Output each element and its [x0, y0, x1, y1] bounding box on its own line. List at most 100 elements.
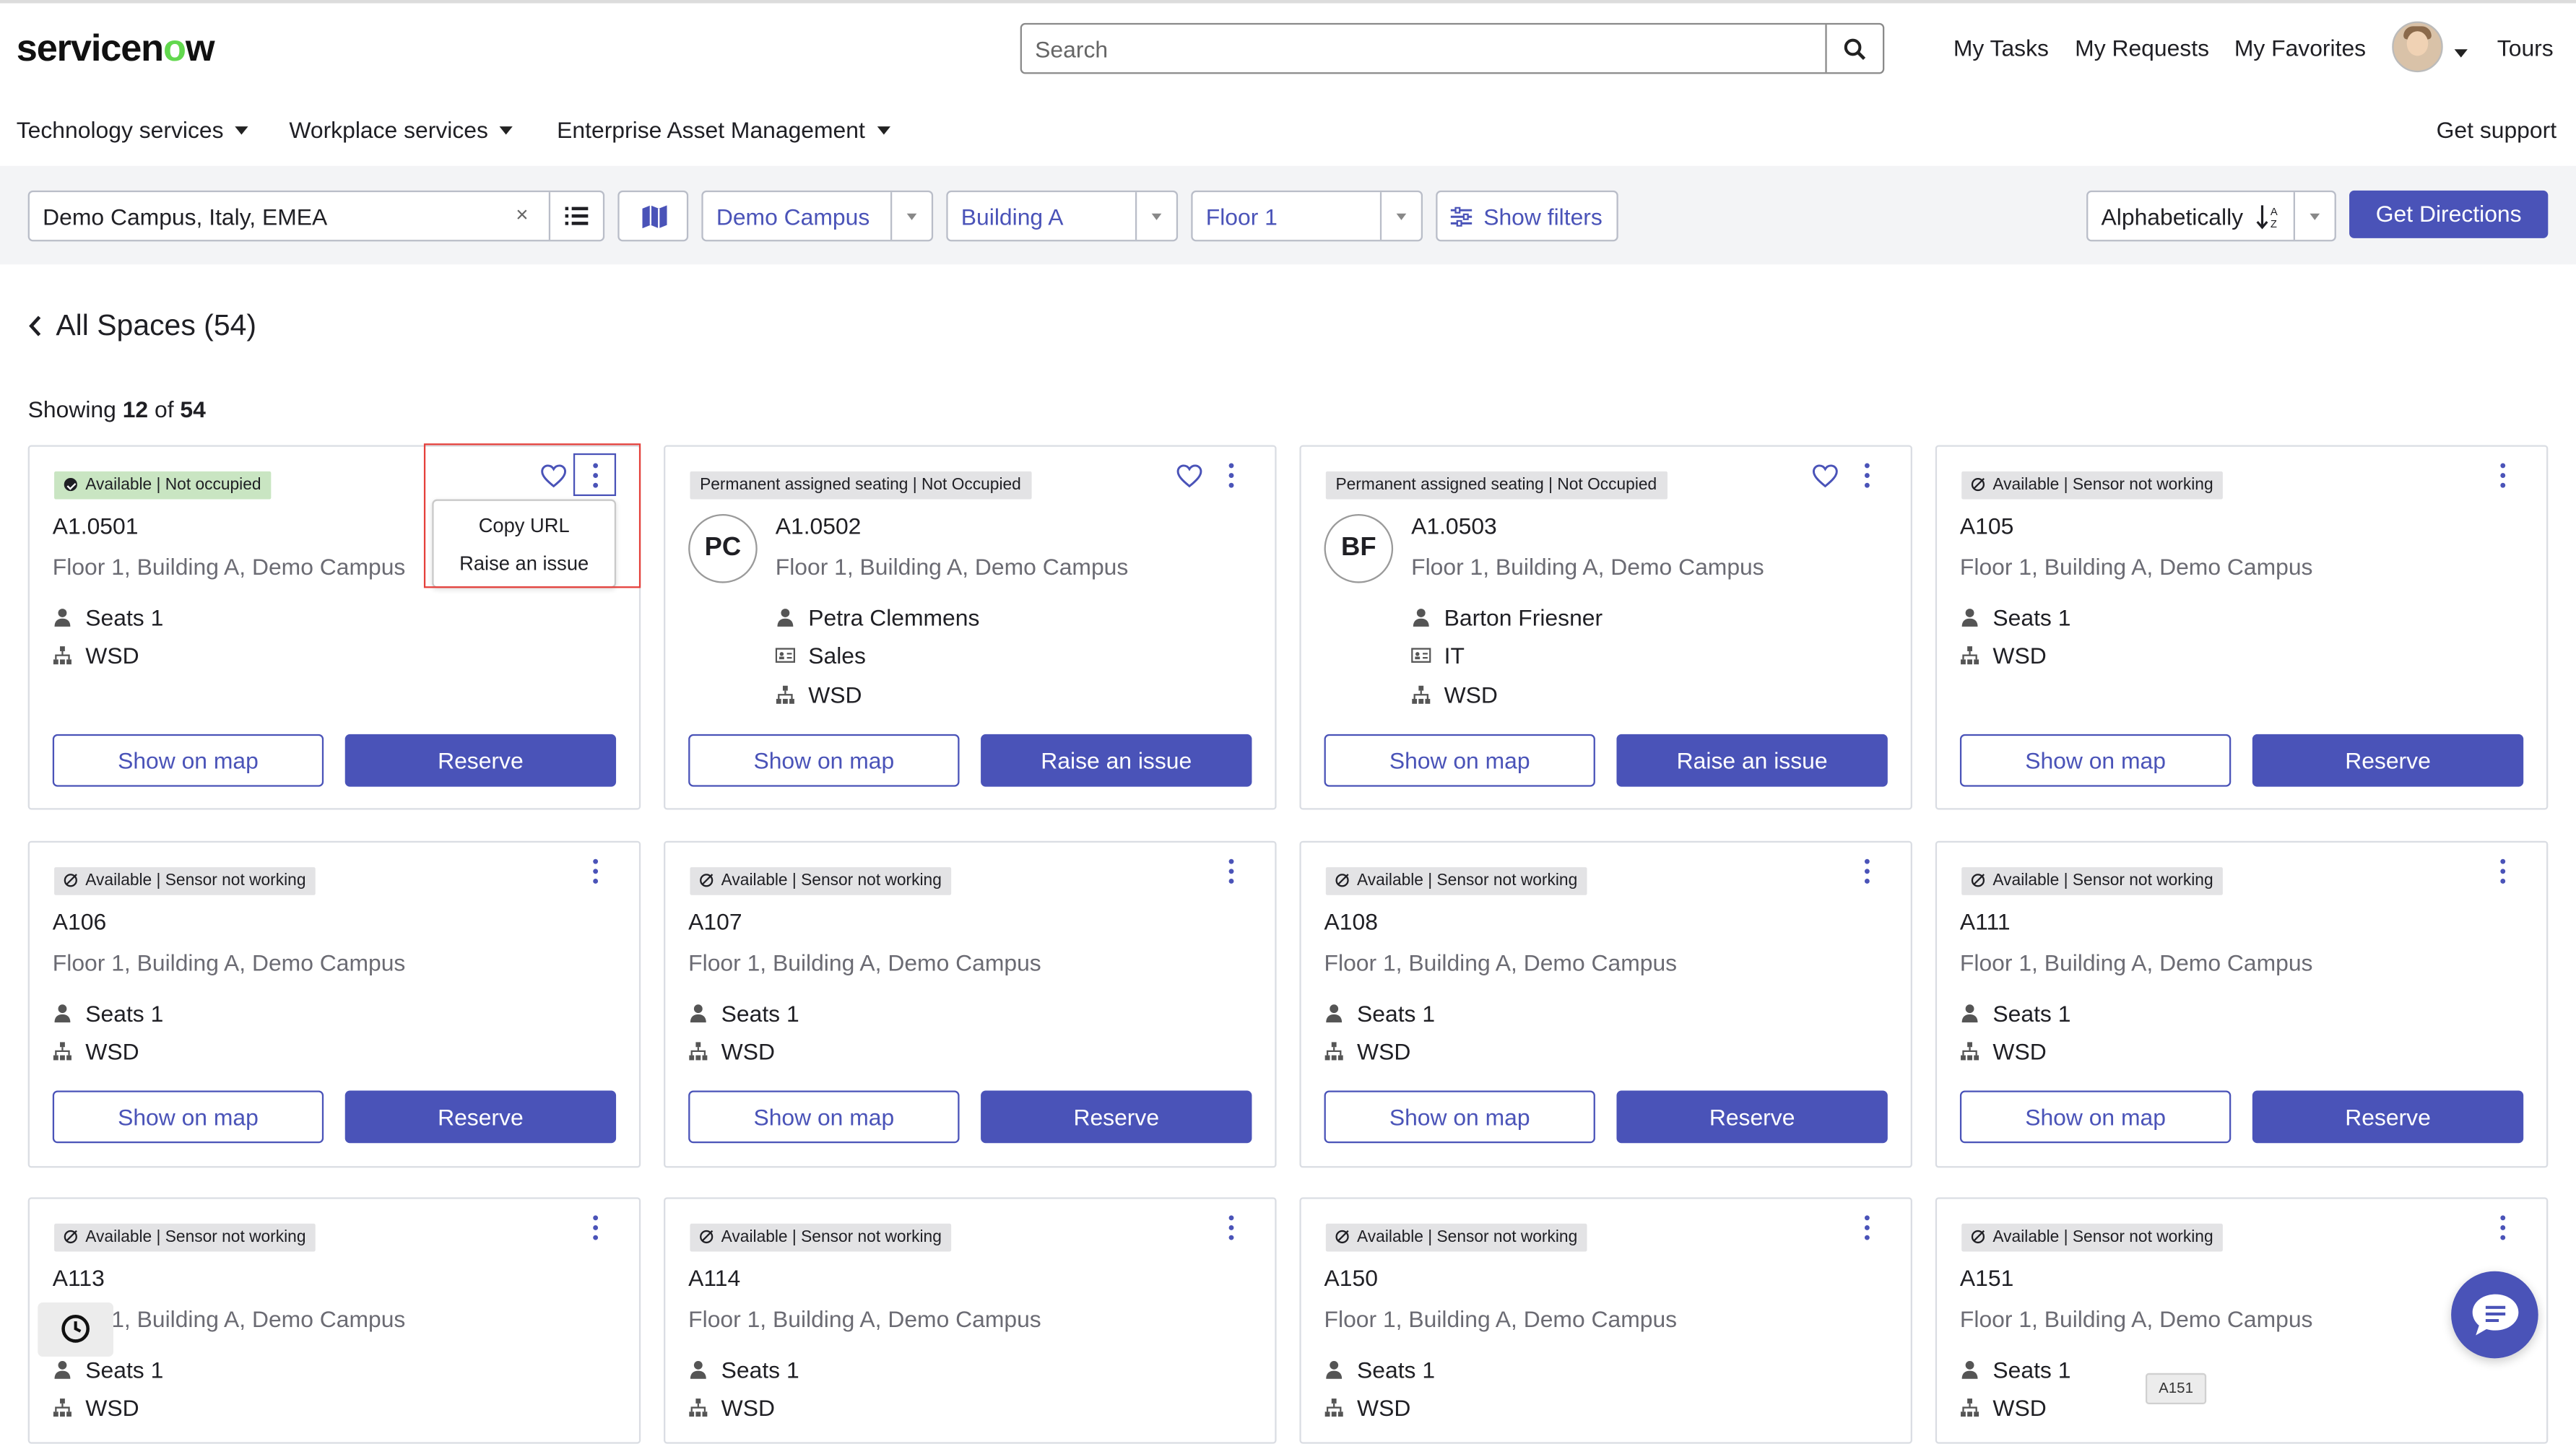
show-on-map-button[interactable]: Show on map — [1324, 1090, 1595, 1144]
favorite-heart-icon[interactable] — [1176, 464, 1202, 490]
department: IT — [1411, 642, 1465, 669]
more-options-icon[interactable] — [1864, 463, 1871, 490]
reserve-button[interactable]: Reserve — [344, 734, 617, 787]
show-on-map-button[interactable]: Show on map — [52, 734, 324, 787]
more-options-icon[interactable] — [1228, 463, 1236, 490]
more-options-icon[interactable] — [1228, 858, 1236, 885]
list-view-icon[interactable] — [565, 205, 589, 227]
servicenow-logo[interactable]: servicenow — [17, 26, 215, 70]
space-name: A108 — [1324, 908, 1378, 935]
get-directions-button[interactable]: Get Directions — [2349, 190, 2549, 238]
my-requests-link[interactable]: My Requests — [2075, 35, 2209, 61]
history-button[interactable] — [38, 1302, 113, 1357]
clear-icon[interactable]: × — [516, 202, 528, 227]
space-card[interactable]: Available | Sensor not working A111 Floor … — [1935, 840, 2549, 1168]
location-value: Demo Campus, Italy, EMEA — [43, 204, 328, 230]
show-on-map-button[interactable]: Show on map — [52, 1090, 324, 1144]
space-location: Floor 1, Building A, Demo Campus — [1959, 1305, 2313, 1332]
person-icon — [1326, 1004, 1343, 1023]
check-circle-icon — [64, 477, 77, 492]
hierarchy-icon — [1961, 1399, 1979, 1417]
back-to-all-spaces[interactable]: All Spaces (54) — [28, 309, 256, 344]
space-name: A1.0502 — [775, 512, 862, 539]
my-tasks-link[interactable]: My Tasks — [1953, 35, 2049, 61]
space-card[interactable]: Permanent assigned seating | Not Occupie… — [664, 445, 1277, 810]
reserve-button[interactable]: Reserve — [344, 1090, 617, 1144]
space-card[interactable]: Available | Sensor not working A107 Floor … — [664, 840, 1277, 1168]
status-badge: Available | Sensor not working — [1961, 471, 2224, 500]
campus-select[interactable]: Demo Campus — [701, 190, 934, 242]
chevron-down-icon — [499, 126, 513, 135]
space-card[interactable]: Permanent assigned seating | Not Occupie… — [1299, 445, 1912, 810]
more-options-icon[interactable] — [2500, 858, 2507, 885]
floor-select[interactable]: Floor 1 — [1191, 190, 1423, 242]
assigned-person: Petra Clemmens — [777, 604, 979, 631]
show-on-map-button[interactable]: Show on map — [688, 734, 960, 787]
search-box — [1020, 22, 1885, 74]
more-options-icon[interactable] — [2500, 463, 2507, 490]
raise-issue-button[interactable]: Raise an issue — [981, 734, 1252, 787]
reserve-button[interactable]: Reserve — [2252, 1090, 2524, 1144]
status-badge: Available | Sensor not working — [690, 867, 952, 895]
location-picker[interactable]: Demo Campus, Italy, EMEA × — [27, 190, 605, 242]
chevron-down-icon[interactable] — [2454, 49, 2468, 58]
more-options-icon[interactable] — [1864, 858, 1871, 885]
filter-bar: Demo Campus, Italy, EMEA × Demo Campus B… — [0, 165, 2576, 265]
seat-count: Seats 1 — [54, 1357, 163, 1383]
id-card-icon — [1411, 648, 1431, 663]
space-card[interactable]: Available | Sensor not working A106 Floor … — [27, 840, 641, 1168]
building-select[interactable]: Building A — [946, 190, 1179, 242]
seat-count: Seats 1 — [1961, 1000, 2070, 1027]
search-input[interactable] — [1021, 25, 1827, 73]
seat-count: Seats 1 — [1961, 1357, 2070, 1383]
space-location: Floor 1, Building A, Demo Campus — [1324, 1305, 1678, 1332]
show-on-map-button[interactable]: Show on map — [1324, 734, 1595, 787]
space-location: Floor 1, Building A, Demo Campus — [1411, 553, 1764, 580]
show-on-map-button[interactable]: Show on map — [1959, 734, 2232, 787]
space-card[interactable]: Available | Sensor not working A105 Floor … — [1935, 445, 2549, 810]
space-card[interactable]: Available | Sensor not working A113 Floor … — [27, 1197, 641, 1444]
raise-issue-button[interactable]: Raise an issue — [1616, 734, 1888, 787]
seat-count: Seats 1 — [54, 604, 163, 631]
ban-icon — [1335, 1230, 1349, 1244]
show-on-map-button[interactable]: Show on map — [688, 1090, 960, 1144]
space-card[interactable]: Available | Sensor not working A114 Floor … — [664, 1197, 1277, 1444]
chevron-down-icon — [890, 192, 932, 240]
user-avatar[interactable] — [2392, 21, 2443, 73]
reserve-button[interactable]: Reserve — [1616, 1090, 1888, 1144]
avatar-initials: BF — [1324, 514, 1394, 583]
chat-bubble-icon — [2472, 1294, 2519, 1336]
space-card[interactable]: Available | Sensor not working A150 Floor … — [1299, 1197, 1912, 1444]
reserve-button[interactable]: Reserve — [981, 1090, 1252, 1144]
menu-workplace-services[interactable]: Workplace services — [289, 117, 513, 143]
more-options-icon[interactable] — [1864, 1215, 1871, 1241]
chat-button[interactable] — [2451, 1271, 2538, 1359]
map-view-button[interactable] — [617, 190, 689, 242]
results-count: Showing 12 of 54 — [27, 396, 206, 422]
space-card[interactable]: Available | Sensor not working A108 Floor … — [1299, 840, 1912, 1168]
show-on-map-button[interactable]: Show on map — [1959, 1090, 2232, 1144]
assigned-person: Barton Friesner — [1413, 604, 1603, 631]
person-icon — [1961, 1360, 1978, 1379]
my-favorites-link[interactable]: My Favorites — [2234, 35, 2366, 61]
status-badge: Permanent assigned seating | Not Occupie… — [690, 471, 1031, 500]
get-support-link[interactable]: Get support — [2437, 117, 2557, 143]
favorite-heart-icon[interactable] — [1812, 464, 1838, 490]
reserve-button[interactable]: Reserve — [2252, 734, 2524, 787]
show-filters-button[interactable]: Show filters — [1436, 190, 1618, 242]
space-name: A113 — [52, 1264, 105, 1292]
menu-technology-services[interactable]: Technology services — [17, 117, 248, 143]
person-icon — [777, 609, 794, 627]
more-options-icon[interactable] — [593, 1215, 599, 1241]
hierarchy-icon — [53, 1399, 71, 1417]
more-options-icon[interactable] — [593, 858, 599, 885]
status-badge: Available | Sensor not working — [1325, 867, 1587, 895]
more-options-icon[interactable] — [2500, 1215, 2507, 1241]
menu-enterprise-asset-management[interactable]: Enterprise Asset Management — [557, 117, 890, 143]
tours-link[interactable]: Tours — [2497, 35, 2554, 61]
sort-select[interactable]: Alphabetically AZ — [2086, 190, 2336, 242]
more-options-icon[interactable] — [1228, 1215, 1236, 1241]
hierarchy-icon — [776, 685, 794, 704]
search-button[interactable] — [1825, 25, 1883, 73]
space-name: A151 — [1959, 1264, 2014, 1292]
